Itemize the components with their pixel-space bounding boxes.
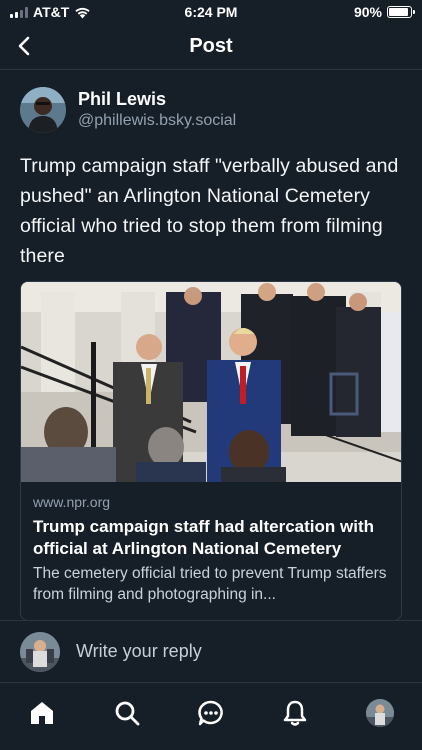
bell-icon	[284, 700, 307, 726]
battery-fill	[389, 8, 408, 16]
author-avatar[interactable]	[20, 87, 66, 133]
reply-input[interactable]: Write your reply	[76, 641, 202, 662]
link-domain: www.npr.org	[33, 494, 111, 510]
wifi-icon	[75, 7, 90, 18]
back-button[interactable]	[10, 32, 38, 60]
carrier-label: AT&T	[33, 4, 70, 20]
header: Post	[0, 24, 422, 70]
nav-search[interactable]	[107, 697, 147, 729]
post-author[interactable]: Phil Lewis @phillewis.bsky.social	[20, 87, 402, 133]
author-handle[interactable]: @phillewis.bsky.social	[78, 110, 236, 132]
bottom-nav	[0, 682, 422, 750]
chevron-left-icon	[18, 36, 30, 56]
nav-profile[interactable]	[360, 697, 400, 729]
status-left: AT&T	[10, 4, 91, 20]
user-avatar-image	[20, 631, 60, 672]
link-description: The cemetery official tried to prevent T…	[33, 565, 387, 603]
nav-chat[interactable]	[191, 697, 231, 729]
link-card-image	[21, 282, 401, 482]
author-name[interactable]: Phil Lewis	[78, 88, 236, 110]
profile-avatar-image	[365, 699, 394, 727]
link-card[interactable]: www.npr.org Trump campaign staff had alt…	[20, 281, 402, 621]
author-avatar-image	[20, 87, 66, 133]
battery-icon	[387, 6, 415, 18]
link-card-body: www.npr.org Trump campaign staff had alt…	[21, 482, 401, 605]
battery-percent: 90%	[353, 4, 382, 20]
author-info: Phil Lewis @phillewis.bsky.social	[78, 88, 236, 132]
home-icon	[31, 702, 54, 724]
user-avatar	[20, 631, 60, 672]
signal-strength-icon	[10, 6, 28, 18]
post-text: Trump campaign staff "verbally abused an…	[20, 155, 399, 267]
nav-home[interactable]	[22, 697, 62, 729]
post: Phil Lewis @phillewis.bsky.social Trump …	[0, 70, 422, 271]
nav-notifications[interactable]	[275, 697, 315, 729]
status-right: 90%	[353, 4, 415, 20]
page-title: Post	[189, 35, 233, 57]
chat-icon	[198, 700, 223, 726]
reply-bar[interactable]: Write your reply	[0, 620, 422, 682]
profile-avatar	[365, 699, 394, 727]
status-bar: AT&T 6:24 PM 90%	[0, 0, 422, 24]
search-icon	[115, 701, 139, 726]
link-title: Trump campaign staff had altercation wit…	[33, 517, 374, 558]
